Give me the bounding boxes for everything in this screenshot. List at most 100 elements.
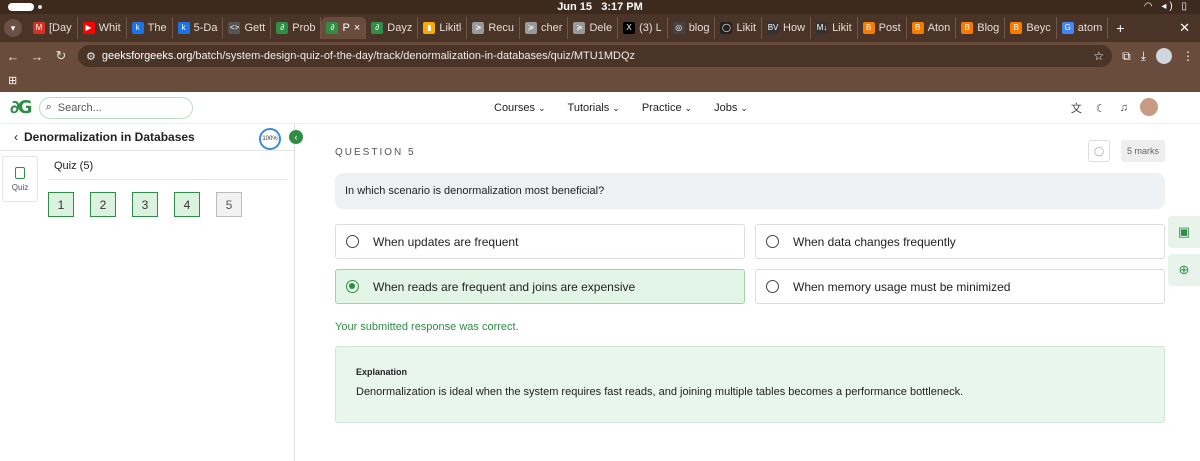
radio-icon[interactable] [346, 280, 359, 293]
question-number-button[interactable]: 5 [216, 192, 242, 217]
tab-favicon-icon: M [33, 22, 45, 34]
tab-favicon-icon: B [1010, 22, 1023, 34]
reload-icon[interactable]: ↻ [54, 48, 68, 64]
tab-favicon-icon: B [862, 22, 875, 34]
more-menu-icon[interactable]: ⋮ [1182, 49, 1194, 63]
browser-tab[interactable]: B Aton [907, 17, 957, 39]
tab-title: Post [878, 22, 901, 34]
question-number-button[interactable]: 4 [174, 192, 200, 217]
question-number-button[interactable]: 2 [90, 192, 116, 217]
browser-tab[interactable]: M↓ Likit [811, 17, 858, 39]
browser-tab[interactable]: k 5-Da [173, 17, 224, 39]
browser-tab[interactable]: M [Day [28, 17, 78, 39]
nav-tutorials[interactable]: Tutorials ⌄ [568, 102, 620, 114]
marks-badge: 5 marks [1121, 140, 1165, 162]
browser-tab[interactable]: ◎ blog [668, 17, 716, 39]
apps-grid-icon[interactable]: ⊞ [8, 75, 17, 87]
close-window-button[interactable]: ✕ [1179, 20, 1200, 36]
option-label: When updates are frequent [373, 234, 519, 249]
browser-tab[interactable]: ▶ Whit [78, 17, 127, 39]
tab-favicon-icon: X [623, 22, 636, 34]
browser-tab[interactable]: Gatom [1057, 17, 1109, 39]
question-label: QUESTION 5 [335, 147, 416, 158]
browser-tab[interactable]: B Beyc [1005, 17, 1057, 39]
new-tab-button[interactable]: + [1108, 20, 1132, 36]
tab-title: atom [1077, 22, 1103, 34]
system-tray[interactable]: ◠ ◂) ▯ [1144, 0, 1190, 14]
question-number-button[interactable]: 3 [132, 192, 158, 217]
address-bar[interactable]: ⚙ geeksforgeeks.org/batch/system-design-… [78, 45, 1113, 67]
browser-tab[interactable]: ◯ Likit [715, 17, 763, 39]
tab-favicon-icon: k [131, 22, 144, 34]
browser-tab[interactable]: B Blog [956, 17, 1006, 39]
tab-title: The [147, 22, 167, 34]
browser-tab[interactable]: ≽ Recu [467, 17, 521, 39]
bookmark-star-icon[interactable]: ☆ [1093, 49, 1104, 63]
browser-tab[interactable]: X (3) L [618, 17, 668, 39]
tab-title: cher [541, 22, 563, 34]
radio-icon[interactable] [766, 280, 779, 293]
radio-icon[interactable] [766, 235, 779, 248]
extensions-icon[interactable]: ⧉ [1122, 49, 1131, 64]
tab-title: Likitl [439, 22, 462, 34]
search-placeholder: Search... [57, 101, 102, 114]
notification-bell-icon[interactable]: ♫ [1120, 102, 1128, 114]
search-input[interactable]: ⌕ Search... [38, 96, 193, 119]
tab-close-icon[interactable]: × [354, 22, 360, 34]
browser-tab[interactable]: <> Gett [223, 17, 272, 39]
course-sidebar: ‹ Denormalization in Databases 100% ‹ Qu… [0, 124, 303, 461]
browser-tab[interactable]: k The [127, 17, 173, 39]
question-number-button[interactable]: 1 [48, 192, 74, 217]
url-host: geeksforgeeks.org [101, 50, 193, 62]
feedback-message: Your submitted response was correct. [335, 321, 519, 333]
option-2[interactable]: When data changes frequently [755, 224, 1165, 259]
browser-tab[interactable]: ▮ Likitl [418, 17, 468, 39]
option-1[interactable]: When updates are frequent [335, 224, 745, 259]
option-label: When memory usage must be minimized [793, 279, 1011, 294]
download-icon[interactable]: ⤓ [1141, 49, 1146, 64]
tab-search-icon[interactable]: ▾ [4, 19, 22, 37]
profile-avatar[interactable] [1156, 48, 1172, 64]
browser-tab[interactable]: ∂ P × [321, 17, 367, 39]
nav-jobs[interactable]: Jobs ⌄ [714, 102, 748, 114]
tab-favicon-icon: ≽ [525, 22, 538, 34]
forward-icon[interactable]: → [30, 49, 44, 64]
tab-favicon-icon: ▶ [82, 22, 95, 34]
option-3[interactable]: When reads are frequent and joins are ex… [335, 269, 745, 304]
back-icon[interactable]: ← [6, 49, 20, 64]
tab-title: P [342, 22, 350, 34]
tab-favicon-icon: ▮ [423, 22, 436, 34]
tab-favicon-icon: ≽ [472, 22, 485, 34]
browser-tab[interactable]: B Post [858, 17, 907, 39]
nav-practice[interactable]: Practice ⌄ [642, 102, 692, 114]
browser-tab[interactable]: ∂ Dayz [366, 17, 419, 39]
course-header[interactable]: ‹ Denormalization in Databases [0, 124, 294, 151]
tab-strip: ▾ M [Day ▶ Whit k The k 5-Da <> Gett ∂ Prob ∂ P × ∂ Dayz… [0, 14, 1200, 42]
back-chevron-icon[interactable]: ‹ [14, 130, 18, 144]
comment-icon[interactable]: ◯ [1088, 140, 1110, 162]
browser-tab[interactable]: BV How [762, 17, 812, 39]
chat-icon[interactable]: ▣ [1168, 216, 1200, 248]
radio-icon[interactable] [346, 235, 359, 248]
browser-tab[interactable]: ∂ Prob [271, 17, 322, 39]
add-note-icon[interactable]: ⊕ [1168, 254, 1200, 286]
option-4[interactable]: When memory usage must be minimized [755, 269, 1165, 304]
tab-title: 5-Da [193, 22, 218, 34]
tab-title: Whit [98, 22, 121, 34]
site-header: ∂G ⌕ Search... Courses ⌄ Tutorials ⌄ Pract… [0, 92, 1200, 124]
browser-tab[interactable]: ≽ cher [520, 17, 569, 39]
dark-mode-icon[interactable]: ☾ [1096, 102, 1106, 115]
site-info-icon[interactable]: ⚙ [86, 50, 96, 63]
clock: Jun 15 3:17 PM [557, 1, 643, 13]
tab-favicon-icon: ◯ [720, 22, 733, 34]
browser-tab[interactable]: ≽ Dele [568, 17, 619, 39]
gfg-logo[interactable]: ∂G [10, 97, 33, 118]
nav-courses[interactable]: Courses ⌄ [494, 102, 546, 114]
toolbar: ← → ↻ ⚙ geeksforgeeks.org/batch/system-d… [0, 42, 1200, 70]
tab-favicon-icon: B [911, 22, 924, 34]
translate-icon[interactable]: 文 [1071, 100, 1082, 116]
user-avatar[interactable] [1140, 98, 1158, 116]
tab-title: Gett [244, 22, 266, 34]
question-text: In which scenario is denormalization mos… [335, 173, 1165, 209]
quiz-tab[interactable]: Quiz [2, 156, 38, 202]
